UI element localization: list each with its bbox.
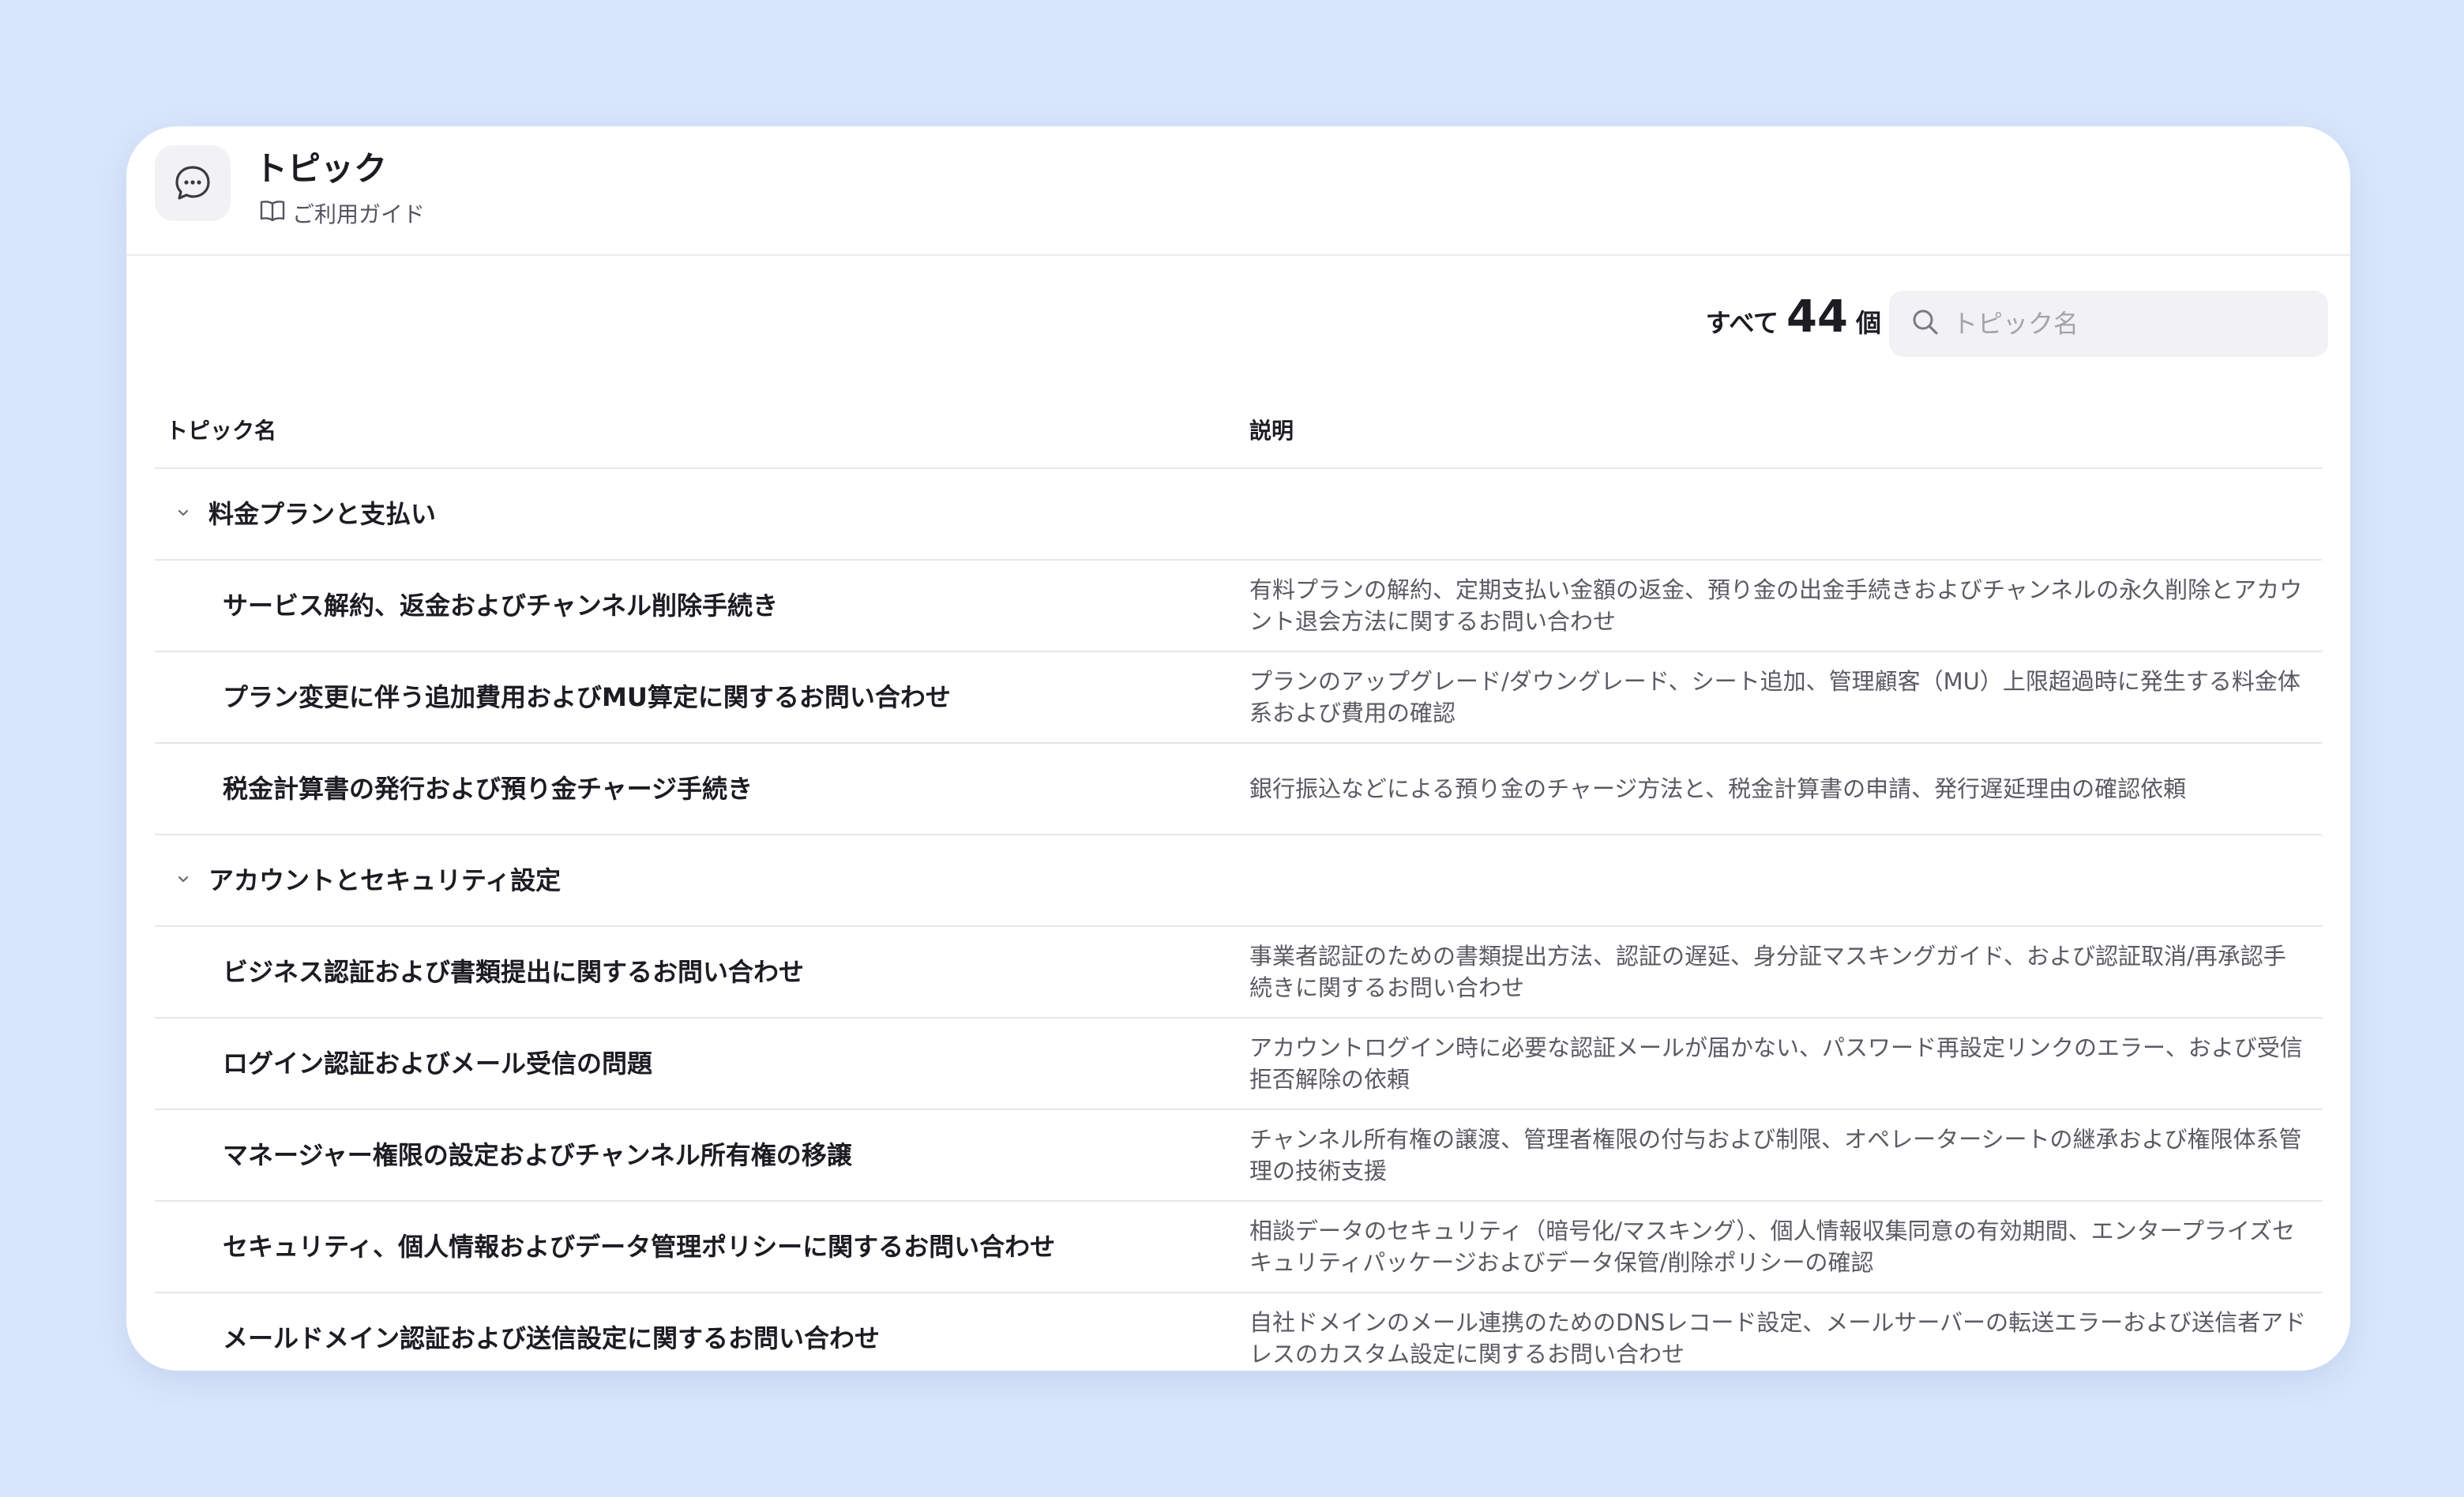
topic-name: ビジネス認証および書類提出に関するお問い合わせ bbox=[223, 957, 805, 987]
topic-description: 銀行振込などによる預り金のチャージ方法と、税金計算書の申請、発行遅延理由の確認依… bbox=[1249, 775, 2187, 802]
topic-name: サービス解約、返金およびチャンネル削除手続き bbox=[223, 591, 779, 621]
count-prefix: すべて bbox=[1705, 308, 1779, 338]
chat-bubble-icon bbox=[155, 145, 231, 221]
group-row-billing[interactable]: 料金プランと支払い bbox=[155, 469, 2322, 561]
topic-name: マネージャー権限の設定およびチャンネル所有権の移譲 bbox=[223, 1140, 852, 1170]
count-suffix: 個 bbox=[1855, 308, 1881, 338]
chevron-down-icon[interactable] bbox=[172, 502, 194, 524]
topic-description: 自社ドメインのメール連携のためのDNSレコード設定、メールサーバーの転送エラーお… bbox=[1249, 1309, 2307, 1368]
table-row[interactable]: メールドメイン認証および送信設定に関するお問い合わせ 自社ドメインのメール連携の… bbox=[155, 1293, 2322, 1371]
search-icon bbox=[1910, 306, 1941, 341]
user-guide-link[interactable]: ご利用ガイド bbox=[259, 199, 425, 230]
search-box[interactable] bbox=[1889, 291, 2328, 357]
page-title: トピック bbox=[254, 149, 388, 188]
table-row[interactable]: セキュリティ、個人情報およびデータ管理ポリシーに関するお問い合わせ 相談データの… bbox=[155, 1202, 2322, 1293]
table-row[interactable]: マネージャー権限の設定およびチャンネル所有権の移譲 チャンネル所有権の譲渡、管理… bbox=[155, 1110, 2322, 1202]
topics-panel: トピック ご利用ガイド すべて 44 個 トピック名 説明 bbox=[126, 126, 2350, 1371]
topic-name: プラン変更に伴う追加費用およびMU算定に関するお問い合わせ bbox=[223, 682, 951, 712]
topic-name: 税金計算書の発行および預り金チャージ手続き bbox=[223, 774, 753, 804]
column-header-topic-name: トピック名 bbox=[166, 418, 277, 444]
topic-description: 有料プランの解約、定期支払い金額の返金、預り金の出金手続きおよびチャンネルの永久… bbox=[1249, 576, 2303, 635]
table-row[interactable]: ビジネス認証および書類提出に関するお問い合わせ 事業者認証のための書類提出方法、… bbox=[155, 927, 2322, 1019]
group-name: アカウントとセキュリティ設定 bbox=[208, 865, 562, 895]
topic-name: セキュリティ、個人情報およびデータ管理ポリシーに関するお問い合わせ bbox=[223, 1232, 1056, 1262]
topic-description: プランのアップグレード/ダウングレード、シート追加、管理顧客（MU）上限超過時に… bbox=[1249, 668, 2301, 726]
table-header: トピック名 説明 bbox=[155, 396, 2322, 469]
column-header-description: 説明 bbox=[1249, 418, 1294, 444]
count-value: 44 bbox=[1786, 291, 1848, 343]
table-row[interactable]: ログイン認証およびメール受信の問題 アカウントログイン時に必要な認証メールが届か… bbox=[155, 1019, 2322, 1110]
group-name: 料金プランと支払い bbox=[208, 499, 437, 529]
topic-count: すべて 44 個 bbox=[1706, 294, 1881, 341]
topic-description: 事業者認証のための書類提出方法、認証の遅延、身分証マスキングガイド、および認証取… bbox=[1249, 943, 2286, 1001]
topic-name: メールドメイン認証および送信設定に関するお問い合わせ bbox=[223, 1323, 881, 1353]
group-row-account-security[interactable]: アカウントとセキュリティ設定 bbox=[155, 835, 2322, 927]
table-row[interactable]: サービス解約、返金およびチャンネル削除手続き 有料プランの解約、定期支払い金額の… bbox=[155, 561, 2322, 652]
search-input[interactable] bbox=[1952, 309, 2300, 339]
topic-description: 相談データのセキュリティ（暗号化/マスキング）、個人情報収集同意の有効期間、エン… bbox=[1249, 1217, 2296, 1276]
table-body: 料金プランと支払い サービス解約、返金およびチャンネル削除手続き 有料プランの解… bbox=[155, 469, 2322, 1371]
panel-header: トピック ご利用ガイド bbox=[126, 126, 2350, 256]
user-guide-label: ご利用ガイド bbox=[292, 201, 426, 227]
chevron-down-icon[interactable] bbox=[172, 869, 194, 891]
table-row[interactable]: 税金計算書の発行および預り金チャージ手続き 銀行振込などによる預り金のチャージ方… bbox=[155, 744, 2322, 835]
book-icon bbox=[259, 199, 286, 230]
topic-name: ログイン認証およびメール受信の問題 bbox=[223, 1049, 653, 1079]
table-row[interactable]: プラン変更に伴う追加費用およびMU算定に関するお問い合わせ プランのアップグレー… bbox=[155, 652, 2322, 744]
topic-description: チャンネル所有権の譲渡、管理者権限の付与および制限、オペレーターシートの継承およ… bbox=[1249, 1126, 2302, 1184]
topic-description: アカウントログイン時に必要な認証メールが届かない、パスワード再設定リンクのエラー… bbox=[1249, 1034, 2303, 1093]
